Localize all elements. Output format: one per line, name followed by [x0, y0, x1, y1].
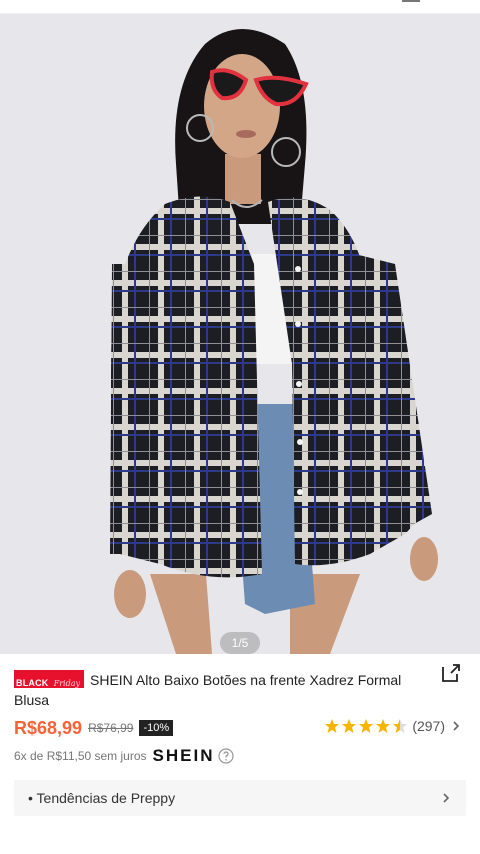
product-photo	[0, 14, 480, 654]
star-icon	[376, 719, 391, 733]
star-half-icon	[393, 719, 408, 733]
installments-row: 6x de R$11,50 sem juros SHEIN	[14, 746, 235, 766]
rating-count: (297)	[412, 718, 445, 734]
original-price: R$76,99	[88, 721, 134, 735]
gallery-page-indicator: 1/5	[220, 632, 260, 654]
installments-text: 6x de R$11,50 sem juros	[14, 749, 147, 763]
price-row: R$68,99 R$76,99 -10%	[14, 716, 174, 740]
rating-summary[interactable]: (297)	[324, 718, 462, 734]
top-bar	[0, 0, 480, 14]
trends-label: • Tendências de Preppy	[28, 790, 176, 806]
badge-script: Friday	[53, 679, 80, 689]
brand-logo: SHEIN	[152, 746, 215, 765]
help-icon[interactable]	[218, 748, 235, 764]
rating-stars	[324, 718, 409, 734]
menu-handle	[402, 0, 420, 2]
trends-link[interactable]: • Tendências de Preppy	[14, 780, 466, 816]
product-title-row: BLACK Friday SHEIN Alto Baixo Botões na …	[14, 670, 434, 710]
black-friday-badge: BLACK Friday	[14, 670, 84, 689]
product-image-gallery[interactable]: 1/5	[0, 14, 480, 654]
star-icon	[342, 719, 357, 733]
chevron-right-icon	[453, 721, 460, 731]
discount-badge: -10%	[139, 720, 174, 736]
badge-text: BLACK	[16, 678, 49, 689]
chevron-right-icon	[443, 793, 450, 803]
current-price: R$68,99	[14, 717, 83, 738]
star-icon	[359, 719, 374, 733]
product-info-panel: BLACK Friday SHEIN Alto Baixo Botões na …	[0, 654, 480, 854]
share-icon[interactable]	[440, 662, 462, 684]
star-icon	[325, 719, 340, 733]
